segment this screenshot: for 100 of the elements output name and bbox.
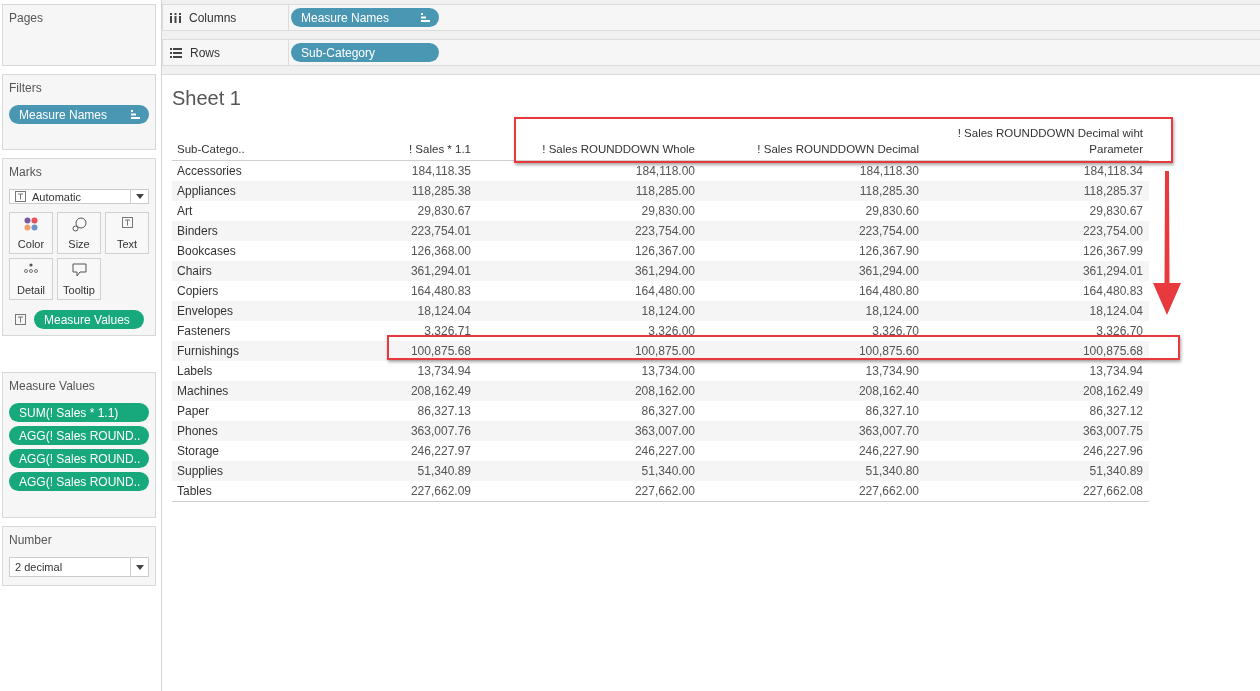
speech-bubble-icon xyxy=(71,263,87,277)
table-cell: 13,734.94 xyxy=(417,364,471,378)
column-header: ! Sales ROUNDDOWN Decimal wiht Parameter xyxy=(956,126,1143,157)
table-cell: 126,367.99 xyxy=(1082,244,1143,258)
table-cell: 86,327.00 xyxy=(641,404,695,418)
table-cell: 208,162.49 xyxy=(410,384,471,398)
table-cell: 51,340.00 xyxy=(641,464,695,478)
caret-icon xyxy=(135,564,144,570)
table-cell: 223,754.00 xyxy=(858,224,919,238)
table-cell: 227,662.09 xyxy=(410,484,471,498)
table-cell: 223,754.01 xyxy=(410,224,471,238)
table-cell: 51,340.89 xyxy=(1089,464,1143,478)
column-header: ! Sales ROUNDDOWN Whole xyxy=(542,142,695,157)
table-cell: 164,480.83 xyxy=(1082,284,1143,298)
table-cell: 118,285.30 xyxy=(859,184,919,198)
table-cell: 184,118.34 xyxy=(1083,164,1143,178)
table-cell: 208,162.00 xyxy=(634,384,695,398)
row-header: Art xyxy=(177,204,193,218)
table-cell: 361,294.00 xyxy=(634,264,695,278)
table-cell: 246,227.96 xyxy=(1082,444,1143,458)
table-cell: 126,368.00 xyxy=(410,244,471,258)
table-cell: 363,007.00 xyxy=(634,424,695,438)
row-header: Chairs xyxy=(177,264,212,278)
table-cell: 51,340.80 xyxy=(865,464,919,478)
table-cell: 184,118.35 xyxy=(411,164,471,178)
shelf-label: Columns xyxy=(189,10,237,25)
table-cell: 29,830.67 xyxy=(417,204,471,218)
table-cell: 29,830.00 xyxy=(641,204,695,218)
table-cell: 363,007.76 xyxy=(410,424,471,438)
field-pill[interactable]: Measure Values xyxy=(34,310,144,329)
column-header: Sub-Catego.. xyxy=(177,142,245,157)
row-header: Copiers xyxy=(177,284,219,298)
field-pill[interactable]: Sub-Category xyxy=(291,43,439,62)
rows-icon xyxy=(170,47,182,58)
table-cell: 208,162.40 xyxy=(858,384,919,398)
field-pill[interactable]: Measure Names xyxy=(291,8,439,27)
sort-icon xyxy=(421,13,431,22)
table-cell: 246,227.00 xyxy=(634,444,695,458)
caret-icon xyxy=(135,194,144,199)
marks-card-button[interactable]: Tooltip xyxy=(57,258,101,300)
field-pill[interactable]: AGG(! Sales ROUND.. xyxy=(9,449,149,468)
table-cell: 3,326.00 xyxy=(648,324,695,338)
table-cell: 184,118.00 xyxy=(635,164,695,178)
field-pill[interactable]: AGG(! Sales ROUND.. xyxy=(9,426,149,445)
mark-type-dropdown[interactable]: Automatic xyxy=(9,189,149,204)
table-cell: 86,327.13 xyxy=(417,404,471,418)
table-cell: 164,480.00 xyxy=(634,284,695,298)
number-format-dropdown[interactable]: 2 decimal xyxy=(9,557,149,577)
marks-card-button[interactable]: Detail xyxy=(9,258,53,300)
table-cell: 223,754.00 xyxy=(1082,224,1143,238)
panel-title: Measure Values xyxy=(9,379,96,393)
table-cell: 13,734.94 xyxy=(1089,364,1143,378)
panel-title: Filters xyxy=(9,81,43,95)
text-icon xyxy=(15,314,26,325)
table-cell: 51,340.89 xyxy=(417,464,471,478)
table-cell: 18,124.00 xyxy=(641,304,695,318)
table-cell: 361,294.01 xyxy=(410,264,471,278)
table-cell: 246,227.97 xyxy=(410,444,471,458)
table-cell: 208,162.49 xyxy=(1082,384,1143,398)
row-header: Appliances xyxy=(177,184,236,198)
column-header: ! Sales * 1.1 xyxy=(409,142,471,157)
table-cell: 100,875.60 xyxy=(858,344,919,358)
field-pill[interactable]: AGG(! Sales ROUND.. xyxy=(9,472,149,491)
table-cell: 3,326.70 xyxy=(872,324,919,338)
table-cell: 246,227.90 xyxy=(858,444,919,458)
field-pill[interactable]: SUM(! Sales * 1.1) xyxy=(9,403,149,422)
field-pill[interactable]: Measure Names xyxy=(9,105,149,124)
text-icon xyxy=(121,217,133,228)
marks-card-button[interactable]: Color xyxy=(9,212,53,254)
table-cell: 118,285.38 xyxy=(411,184,471,198)
row-header: Binders xyxy=(177,224,218,238)
marks-card-button[interactable]: Text xyxy=(105,212,149,254)
table-cell: 29,830.67 xyxy=(1089,204,1143,218)
detail-dots-icon xyxy=(24,263,38,273)
color-dots-icon xyxy=(24,217,38,231)
table-cell: 126,367.00 xyxy=(634,244,695,258)
row-header: Paper xyxy=(177,404,210,418)
table-cell: 100,875.68 xyxy=(1082,344,1143,358)
table-cell: 3,326.70 xyxy=(1096,324,1143,338)
marks-card-button[interactable]: Size xyxy=(57,212,101,254)
row-header: Bookcases xyxy=(177,244,236,258)
table-cell: 227,662.00 xyxy=(634,484,695,498)
table-cell: 227,662.08 xyxy=(1082,484,1143,498)
row-header: Phones xyxy=(177,424,218,438)
row-header: Labels xyxy=(177,364,213,378)
table-cell: 361,294.01 xyxy=(1082,264,1143,278)
row-header: Machines xyxy=(177,384,229,398)
row-header: Tables xyxy=(177,484,212,498)
sort-icon xyxy=(131,110,141,119)
text-icon xyxy=(15,191,26,202)
table-cell: 100,875.00 xyxy=(634,344,695,358)
table-cell: 227,662.00 xyxy=(858,484,919,498)
table-cell: 13,734.90 xyxy=(865,364,919,378)
columns-icon xyxy=(170,12,181,23)
table-cell: 13,734.00 xyxy=(641,364,695,378)
row-header: Supplies xyxy=(177,464,224,478)
table-cell: 100,875.68 xyxy=(410,344,471,358)
panel-title: Marks xyxy=(9,165,43,179)
table-cell: 184,118.30 xyxy=(859,164,919,178)
row-header: Furnishings xyxy=(177,344,240,358)
